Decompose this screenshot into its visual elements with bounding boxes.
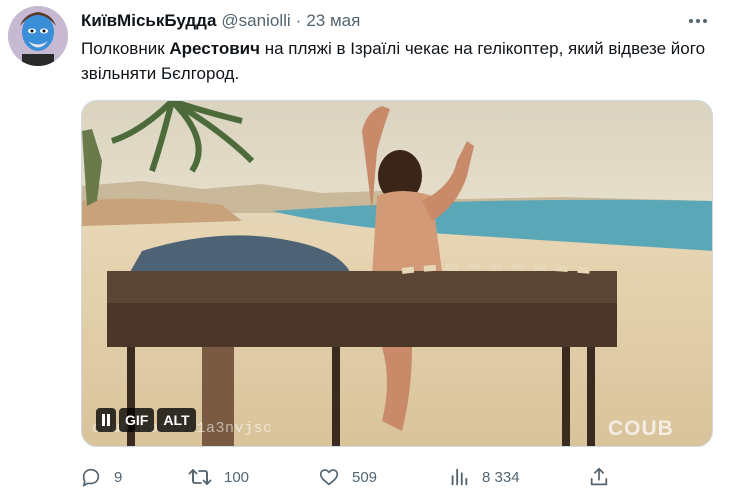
gif-media[interactable] xyxy=(81,100,713,447)
like-button[interactable]: 509 xyxy=(318,462,377,492)
retweet-icon xyxy=(188,466,212,488)
avatar[interactable] xyxy=(8,6,68,66)
tweet[interactable]: КиївМіськБудда @saniolli · 23 мая Полков… xyxy=(0,0,732,502)
author-handle[interactable]: @saniolli xyxy=(221,11,290,31)
alt-badge[interactable]: ALT xyxy=(157,408,196,432)
views-button[interactable]: 8 334 xyxy=(448,462,520,492)
tweet-text: Полковник Арестович на пляжі в Ізраїлі ч… xyxy=(81,36,711,86)
views-icon xyxy=(448,466,470,488)
share-icon xyxy=(588,466,610,488)
tweet-text-prefix: Полковник xyxy=(81,39,170,58)
share-button[interactable] xyxy=(588,462,610,492)
pause-button[interactable] xyxy=(96,408,116,432)
reply-button[interactable]: 9 xyxy=(80,462,122,492)
retweet-count: 100 xyxy=(224,468,250,486)
reply-icon xyxy=(80,466,102,488)
more-icon[interactable] xyxy=(686,10,710,32)
brand-watermark: COUB xyxy=(608,417,674,440)
reply-count: 9 xyxy=(114,468,123,486)
tweet-text-bold: Арестович xyxy=(169,39,260,58)
author-display-name[interactable]: КиївМіськБудда xyxy=(81,11,216,31)
media-badges: GIF ALT xyxy=(96,408,196,432)
action-bar: 9 100 509 8 334 xyxy=(78,462,638,492)
separator-dot: · xyxy=(295,11,302,30)
gif-badge[interactable]: GIF xyxy=(119,408,155,432)
like-icon xyxy=(318,466,340,488)
like-count: 509 xyxy=(352,468,378,486)
pause-icon xyxy=(101,414,111,426)
tweet-header: КиївМіськБудда @saniolli · 23 мая xyxy=(81,10,360,32)
views-count: 8 334 xyxy=(482,468,520,486)
retweet-button[interactable]: 100 xyxy=(188,462,249,492)
tweet-date[interactable]: 23 мая xyxy=(306,11,360,31)
